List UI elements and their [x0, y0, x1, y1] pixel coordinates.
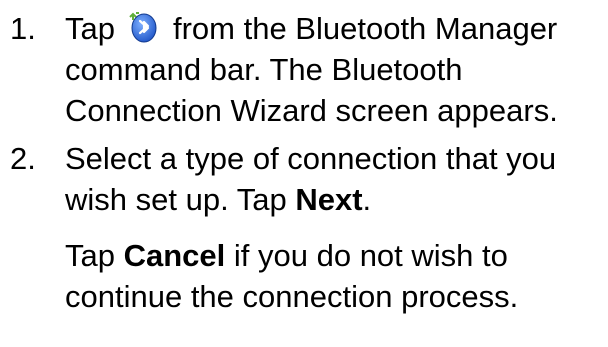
step-number: 2.	[10, 141, 36, 176]
note-line: continue the connection process.	[65, 279, 519, 314]
step-text: Tap from the Bluetooth Manager command b…	[65, 8, 605, 131]
cancel-label: Cancel	[123, 238, 226, 273]
step-text: Select a type of connection that you wis…	[65, 138, 605, 220]
note-line: Tap Cancel if you do not wish to	[65, 238, 508, 273]
step-number: 1.	[10, 11, 36, 46]
note-text: Tap Cancel if you do not wish to continu…	[65, 235, 605, 317]
step-line: Tap from the Bluetooth Manager	[65, 11, 558, 46]
step-line: command bar. The Bluetooth	[65, 52, 463, 87]
next-label: Next	[295, 182, 363, 217]
bluetooth-wizard-icon	[127, 11, 159, 43]
step-line: Select a type of connection that you	[65, 141, 557, 176]
step-line: Connection Wizard screen appears.	[65, 93, 558, 128]
step-line: wish set up. Tap Next.	[65, 182, 372, 217]
